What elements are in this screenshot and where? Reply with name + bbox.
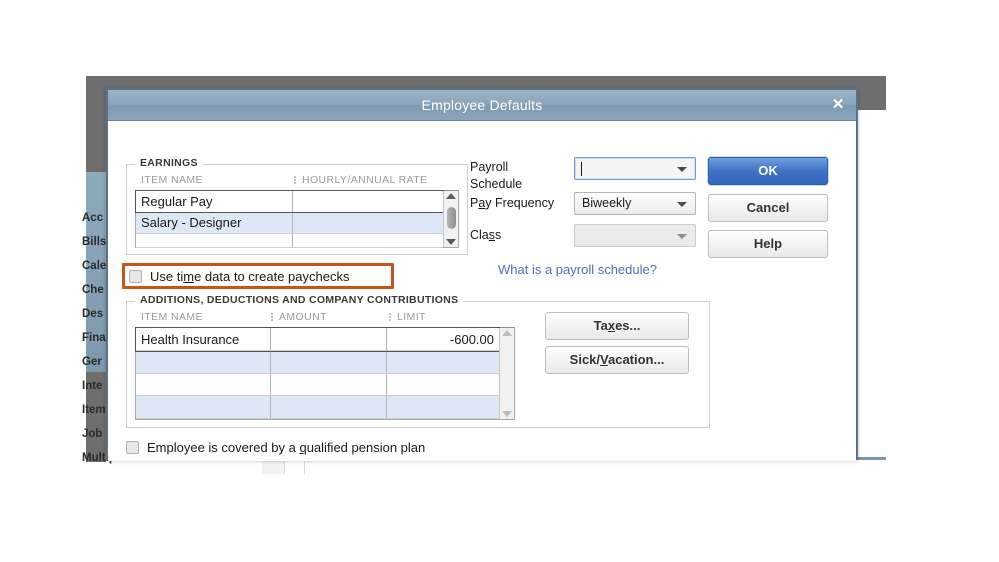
column-resize-grip-icon[interactable] [292, 175, 298, 185]
earnings-cell-item-name[interactable]: Salary - Designer [136, 212, 293, 234]
chevron-down-icon[interactable] [677, 202, 687, 207]
sick-vacation-button[interactable]: Sick/Vacation... [545, 346, 689, 374]
additions-legend: ADDITIONS, DEDUCTIONS AND COMPANY CONTRI… [135, 294, 464, 306]
payroll-schedule-dropdown[interactable] [574, 157, 696, 180]
additions-cell-limit[interactable]: -600.00 [386, 328, 499, 352]
table-row[interactable]: Health Insurance -600.00 [135, 327, 500, 352]
scroll-up-icon[interactable] [502, 330, 512, 336]
additions-cell-item-name[interactable] [136, 395, 271, 419]
column-resize-grip-icon[interactable] [269, 312, 275, 322]
earnings-cell-rate[interactable] [292, 191, 443, 213]
payroll-schedule-label-line1: Payroll [470, 160, 509, 174]
table-row[interactable] [136, 373, 499, 397]
earnings-scrollbar[interactable] [443, 191, 458, 247]
earnings-legend: EARNINGS [135, 157, 203, 169]
additions-table: Health Insurance -600.00 [135, 327, 500, 419]
table-row[interactable] [136, 350, 499, 374]
additions-cell-item-name[interactable] [136, 350, 271, 374]
dialog-title-bar: Employee Defaults ✕ [108, 90, 856, 121]
use-time-data-checkbox-row[interactable]: Use time data to create paychecks [122, 263, 394, 289]
pension-plan-checkbox-row[interactable]: Employee is covered by a qualified pensi… [126, 440, 425, 455]
use-time-data-checkbox[interactable] [129, 269, 142, 283]
earnings-section: EARNINGS ITEM NAME HOURLY/ANNUAL RATE Re… [126, 157, 468, 255]
additions-cell-limit[interactable] [386, 395, 499, 419]
earnings-header-rate: HOURLY/ANNUAL RATE [302, 173, 428, 186]
additions-scrollbar[interactable] [499, 328, 514, 419]
additions-header-item-name: ITEM NAME [141, 310, 203, 323]
additions-cell-item-name[interactable]: Health Insurance [136, 328, 271, 352]
additions-cell-limit[interactable] [386, 350, 499, 374]
pension-plan-checkbox[interactable] [126, 441, 139, 454]
pay-frequency-value: Biweekly [582, 196, 632, 210]
pay-frequency-dropdown[interactable]: Biweekly [574, 192, 696, 215]
use-time-data-label: Use time data to create paychecks [150, 268, 350, 284]
earnings-header-item-name: ITEM NAME [141, 173, 203, 186]
earnings-header-rate-wrap: HOURLY/ANNUAL RATE [290, 174, 450, 186]
scroll-down-icon[interactable] [446, 239, 456, 245]
background-bottom-cell-1 [262, 460, 285, 474]
additions-cell-item-name[interactable] [136, 373, 271, 397]
text-cursor [581, 162, 582, 176]
additions-header-limit: LIMIT [397, 310, 426, 323]
employee-defaults-dialog: Employee Defaults ✕ EARNINGS ITEM NAME H… [106, 88, 858, 461]
payroll-schedule-label-line2: Schedule [470, 177, 523, 191]
additions-cell-amount[interactable] [270, 395, 387, 419]
additions-cell-amount[interactable] [270, 373, 387, 397]
column-resize-grip-icon[interactable] [387, 312, 393, 322]
table-row[interactable] [136, 395, 499, 419]
chevron-down-icon[interactable] [677, 234, 687, 239]
additions-header-limit-wrap: LIMIT [385, 311, 505, 323]
earnings-cell-item-name[interactable] [136, 233, 293, 248]
chevron-down-icon[interactable] [677, 167, 687, 172]
earnings-table: Regular Pay Salary - Designer [135, 190, 444, 248]
what-is-payroll-schedule-link[interactable]: What is a payroll schedule? [498, 262, 657, 277]
dialog-body: EARNINGS ITEM NAME HOURLY/ANNUAL RATE Re… [108, 121, 856, 461]
scroll-up-icon[interactable] [446, 193, 456, 199]
additions-header-amount: AMOUNT [279, 310, 327, 323]
additions-header-amount-wrap: AMOUNT [267, 311, 385, 323]
additions-cell-limit[interactable] [386, 373, 499, 397]
additions-cell-amount[interactable] [270, 328, 387, 352]
earnings-cell-item-name[interactable]: Regular Pay [136, 191, 293, 213]
ok-button[interactable]: OK [708, 157, 828, 185]
additions-cell-amount[interactable] [270, 350, 387, 374]
earnings-grid[interactable]: Regular Pay Salary - Designer [135, 190, 459, 248]
help-button[interactable]: Help [708, 230, 828, 258]
class-dropdown[interactable] [574, 224, 696, 247]
earnings-cell-rate[interactable] [292, 233, 443, 248]
scroll-down-icon[interactable] [502, 411, 512, 417]
pension-plan-label: Employee is covered by a qualified pensi… [147, 440, 426, 455]
pay-frequency-label: Pay Frequency [470, 196, 555, 210]
cancel-button[interactable]: Cancel [708, 194, 828, 222]
background-bottom-cell-2 [290, 460, 305, 474]
scrollbar-thumb[interactable] [447, 207, 456, 229]
table-row[interactable]: Regular Pay [135, 190, 444, 213]
taxes-button[interactable]: Taxes... [545, 312, 689, 340]
table-row[interactable]: Salary - Designer [136, 212, 443, 234]
close-icon[interactable]: ✕ [828, 95, 848, 115]
dialog-title: Employee Defaults [421, 97, 543, 113]
earnings-cell-rate[interactable] [292, 212, 443, 234]
class-label: Class [470, 228, 502, 242]
additions-grid[interactable]: Health Insurance -600.00 [135, 327, 515, 420]
table-row[interactable] [136, 233, 443, 248]
